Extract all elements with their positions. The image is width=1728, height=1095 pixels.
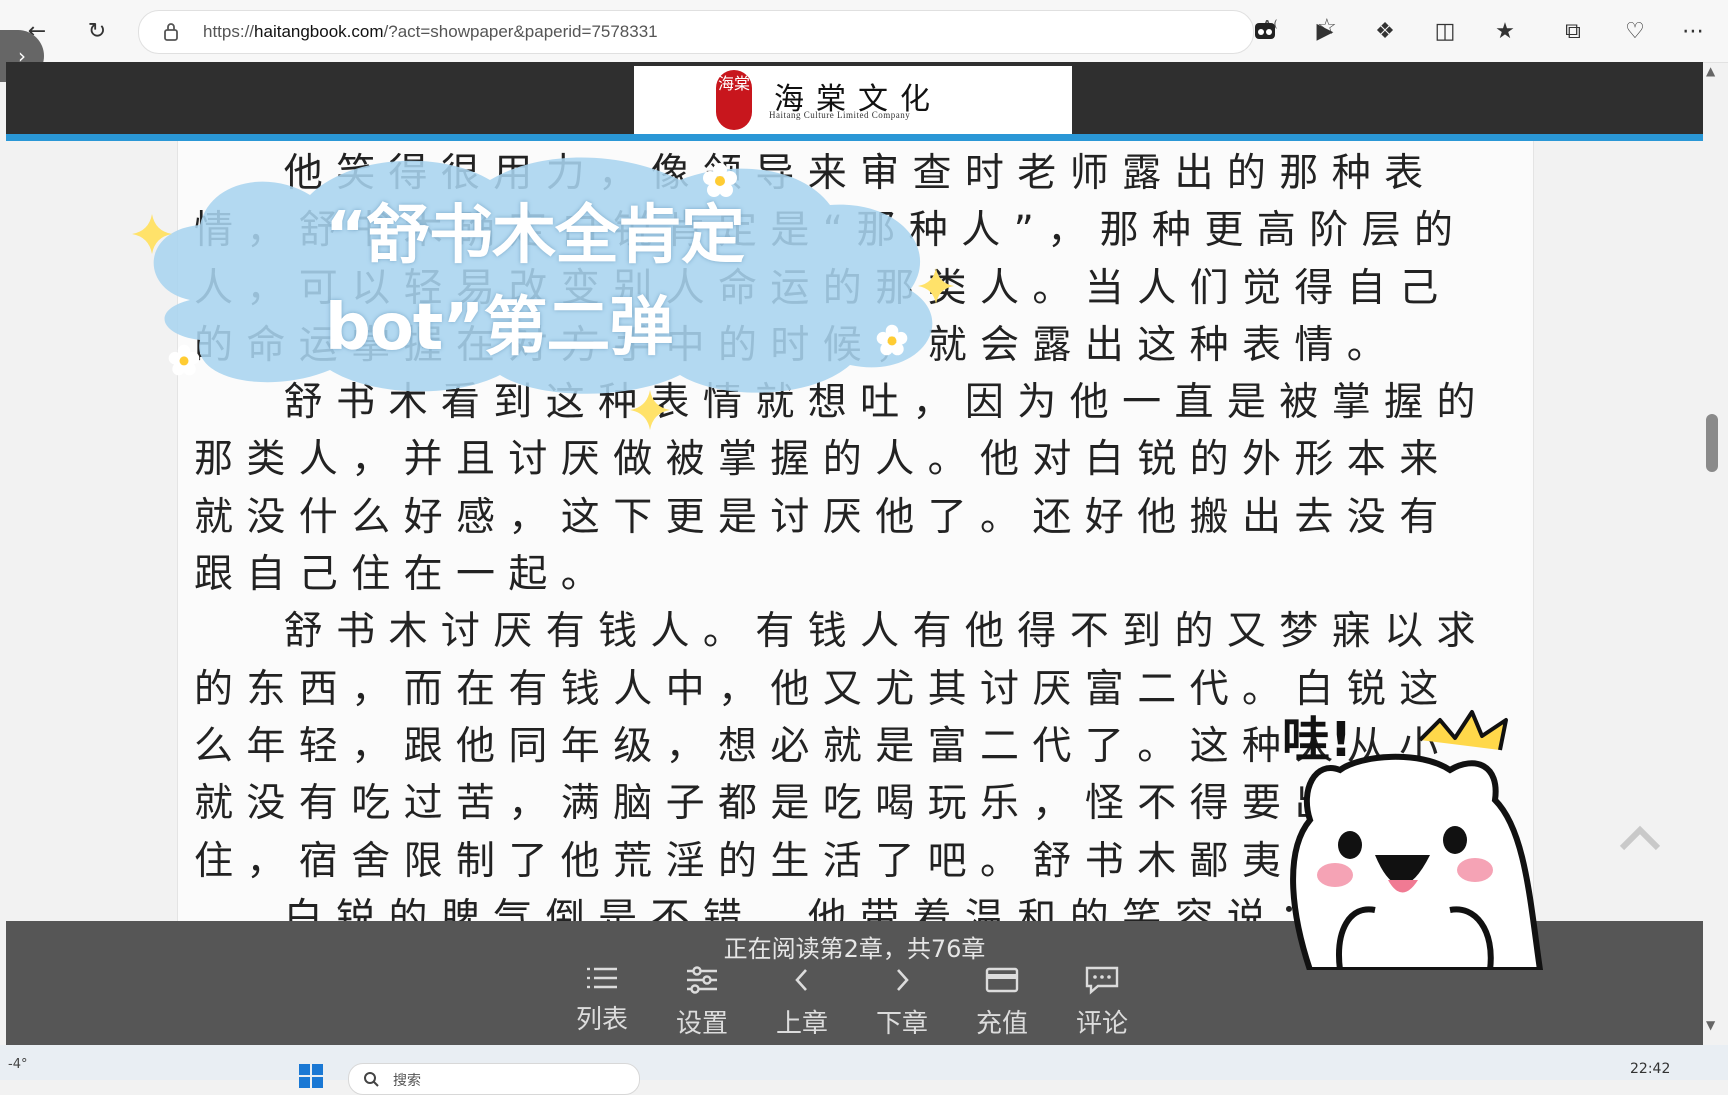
back-to-top-icon[interactable] bbox=[1618, 822, 1662, 852]
previous-chapter-label: 上章 bbox=[775, 1009, 828, 1039]
list-label: 列表 bbox=[575, 1005, 628, 1035]
site-logo[interactable]: 海棠 海棠文化 Haitang Culture Limited Company bbox=[634, 66, 1072, 134]
scroll-down-arrow[interactable]: ▼ bbox=[1706, 1018, 1715, 1032]
url-text: https://haitangbook.com/?act=showpaper&p… bbox=[203, 22, 658, 41]
taskbar-search[interactable]: 搜索 bbox=[348, 1063, 640, 1095]
more-menu-icon[interactable]: ⋯ bbox=[1676, 14, 1710, 48]
split-screen-icon[interactable]: ◫ bbox=[1428, 14, 1462, 48]
settings-sliders-icon bbox=[687, 966, 717, 994]
sticker-title: “舒书木全肯定 bot”第二弹 bbox=[325, 190, 745, 374]
health-icon[interactable]: ♡ bbox=[1618, 14, 1652, 48]
extension-icon[interactable] bbox=[1248, 14, 1282, 48]
browser-toolbar: ← ↻ https://haitangbook.com/?act=showpap… bbox=[0, 0, 1728, 63]
flower-icon bbox=[703, 163, 737, 197]
chevron-left-icon bbox=[795, 969, 807, 991]
address-bar[interactable]: https://haitangbook.com/?act=showpaper&p… bbox=[138, 10, 1337, 54]
comment-icon bbox=[1085, 966, 1119, 995]
refresh-icon[interactable]: ↻ bbox=[80, 14, 114, 48]
sparkle-icon bbox=[132, 214, 172, 254]
next-chapter-label: 下章 bbox=[875, 1009, 928, 1039]
clock[interactable]: 22:42 bbox=[1630, 1061, 1670, 1077]
sparkle-icon bbox=[918, 268, 954, 304]
sticker-title-line2: bot”第二弹 bbox=[325, 291, 673, 365]
sticker-title-line1: “舒书木全肯定 bbox=[325, 199, 745, 273]
paragraph: 舒书木看到这种表情就想吐，因为他一直是被掌握的那类人，并且讨厌做被掌握的人。他对… bbox=[194, 380, 1489, 598]
list-button[interactable]: 列表 bbox=[552, 965, 652, 1045]
collections-icon[interactable]: ⧉ bbox=[1556, 14, 1590, 48]
puzzle-icon[interactable]: ❖ bbox=[1368, 14, 1402, 48]
lock-icon bbox=[164, 23, 178, 41]
play-icon[interactable]: ▶ bbox=[1308, 14, 1342, 48]
list-icon bbox=[587, 967, 617, 989]
logo-seal: 海棠 bbox=[716, 70, 752, 130]
windows-start-icon[interactable] bbox=[298, 1063, 324, 1089]
recharge-button[interactable]: 充值 bbox=[952, 965, 1052, 1045]
sparkle-icon bbox=[630, 390, 670, 430]
recharge-label: 充值 bbox=[975, 1009, 1028, 1039]
settings-button[interactable]: 设置 bbox=[652, 965, 752, 1045]
favorites-icon[interactable]: ★ bbox=[1488, 14, 1522, 48]
search-icon bbox=[364, 1072, 379, 1087]
flower-icon bbox=[168, 344, 200, 376]
previous-chapter-button[interactable]: 上章 bbox=[752, 965, 852, 1045]
card-icon bbox=[985, 967, 1019, 993]
flower-icon bbox=[876, 324, 908, 356]
chevron-right-icon bbox=[897, 969, 909, 991]
comments-label: 评论 bbox=[1075, 1009, 1128, 1039]
os-taskbar: -4° 搜索 22:42 bbox=[0, 1045, 1728, 1095]
logo-subtitle: Haitang Culture Limited Company bbox=[769, 110, 911, 120]
search-placeholder: 搜索 bbox=[393, 1073, 421, 1089]
comments-button[interactable]: 评论 bbox=[1052, 965, 1152, 1045]
cat-sticker bbox=[1290, 753, 1544, 970]
weather-widget[interactable]: -4° bbox=[8, 1057, 27, 1072]
next-chapter-button[interactable]: 下章 bbox=[852, 965, 952, 1045]
scrollbar-thumb[interactable] bbox=[1706, 414, 1718, 472]
settings-label: 设置 bbox=[675, 1009, 728, 1039]
scroll-up-arrow[interactable]: ▲ bbox=[1706, 64, 1715, 78]
header-accent-line bbox=[6, 134, 1703, 141]
